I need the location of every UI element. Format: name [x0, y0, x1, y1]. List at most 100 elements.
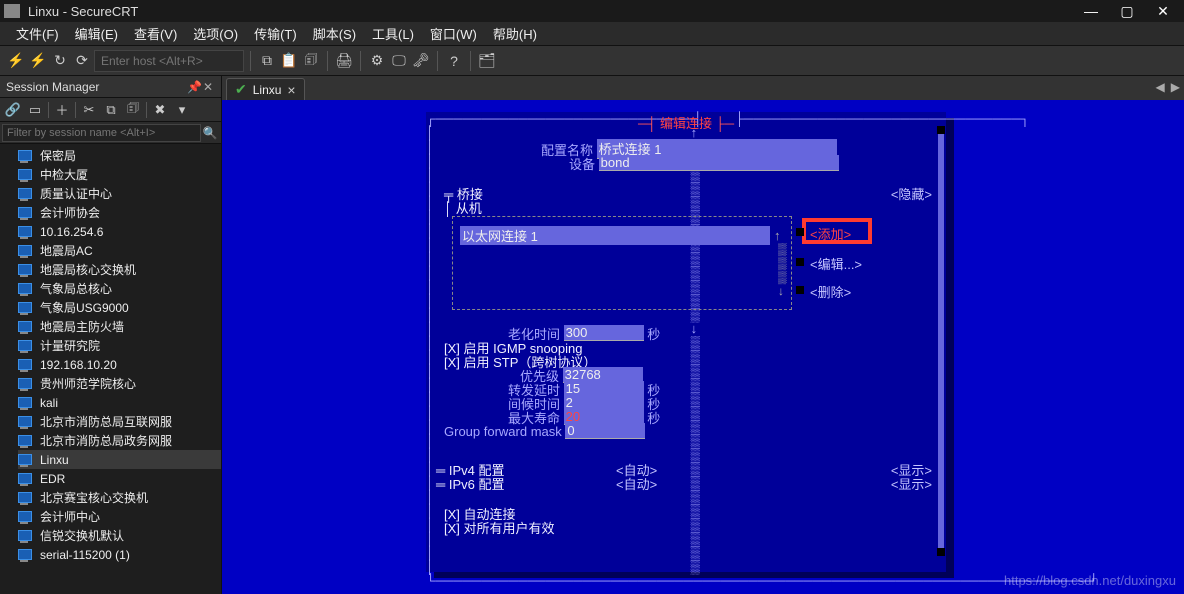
session-item[interactable]: 贵州师范学院核心	[18, 374, 221, 393]
menu-file[interactable]: 文件(F)	[8, 24, 67, 43]
sftp-icon[interactable]: 🗂	[477, 51, 497, 71]
session-item[interactable]: kali	[18, 393, 221, 412]
session-filter-input[interactable]	[2, 124, 201, 142]
delete-button[interactable]: <删除>	[810, 282, 851, 301]
display-icon[interactable]: 🖵	[389, 51, 409, 71]
session-item[interactable]: 保密局	[18, 146, 221, 165]
copy2-icon[interactable]: ⧉	[102, 101, 120, 119]
link-icon[interactable]: 🔗	[4, 101, 22, 119]
session-item[interactable]: 192.168.10.20	[18, 355, 221, 374]
maximize-button[interactable]: ▢	[1110, 1, 1144, 21]
tab-linxu[interactable]: ✔ Linxu ×	[226, 78, 305, 100]
cut-icon[interactable]: ✂	[80, 101, 98, 119]
menu-edit[interactable]: 编辑(E)	[67, 24, 126, 43]
session-item[interactable]: 北京市消防总局互联网服	[18, 412, 221, 431]
more-icon[interactable]: ▾	[173, 101, 191, 119]
sm-sep3	[146, 102, 147, 118]
copy-icon[interactable]: ⧉	[257, 51, 277, 71]
session-item[interactable]: 计量研究院	[18, 336, 221, 355]
session-label: 地震局主防火墙	[40, 318, 124, 335]
add-button[interactable]: <添加>	[810, 224, 851, 243]
menu-window[interactable]: 窗口(W)	[422, 24, 485, 43]
delete-icon[interactable]: ✖	[151, 101, 169, 119]
session-item[interactable]: 中检大厦	[18, 165, 221, 184]
session-item[interactable]: 北京市消防总局政务网服	[18, 431, 221, 450]
paste-icon[interactable]: 📋	[279, 51, 299, 71]
key-icon[interactable]: 🗝	[411, 51, 431, 71]
menu-tools[interactable]: 工具(L)	[364, 24, 422, 43]
tui-dialog: ┌────────────────────────────┤ ├────────…	[426, 112, 946, 572]
reconnect-icon[interactable]: ↻	[50, 51, 70, 71]
session-item[interactable]: 北京赛宝核心交换机	[18, 488, 221, 507]
folder-icon[interactable]: ▭	[26, 101, 44, 119]
connect-icon[interactable]: ⚡	[6, 51, 26, 71]
session-item[interactable]: EDR	[18, 469, 221, 488]
clipboard-icon[interactable]: 🗊	[301, 51, 321, 71]
session-item[interactable]: 气象局USG9000	[18, 298, 221, 317]
session-manager-title: Session Manager	[6, 80, 187, 94]
terminal[interactable]: ┌────────────────────────────┤ ├────────…	[222, 100, 1184, 594]
paste2-icon[interactable]: 🗊	[124, 101, 142, 119]
session-item[interactable]: 质量认证中心	[18, 184, 221, 203]
close-button[interactable]: ✕	[1146, 1, 1180, 21]
sm-sep1	[48, 102, 49, 118]
monitor-icon	[18, 245, 34, 257]
menu-view[interactable]: 查看(V)	[126, 24, 185, 43]
tab-nav: ◀ ▶	[1156, 80, 1180, 94]
menu-transfer[interactable]: 传输(T)	[246, 24, 305, 43]
menu-help[interactable]: 帮助(H)	[485, 24, 545, 43]
menu-script[interactable]: 脚本(S)	[305, 24, 364, 43]
pin-icon[interactable]: 📌	[187, 80, 201, 94]
print-icon[interactable]: 🖨	[334, 51, 354, 71]
minimize-button[interactable]: —	[1074, 1, 1108, 21]
session-label: 中检大厦	[40, 166, 88, 183]
menu-options[interactable]: 选项(O)	[185, 24, 246, 43]
refresh-icon[interactable]: ⟳	[72, 51, 92, 71]
session-item[interactable]: 会计师协会	[18, 203, 221, 222]
help-icon[interactable]: ?	[444, 51, 464, 71]
settings-icon[interactable]: ⚙	[367, 51, 387, 71]
session-item[interactable]: serial-115200 (1)	[18, 545, 221, 564]
slave-scrollbar[interactable]: ▒▒▒↓	[778, 242, 787, 298]
session-label: 地震局核心交换机	[40, 261, 136, 278]
monitor-icon	[18, 207, 34, 219]
session-label: serial-115200 (1)	[40, 548, 130, 562]
monitor-icon	[18, 549, 34, 561]
allusers-checkbox[interactable]: [X] 对所有用户有效	[444, 518, 555, 537]
slaves-label: │ 从机	[444, 198, 482, 217]
add-icon[interactable]: ＋	[53, 101, 71, 119]
quick-connect-icon[interactable]: ⚡	[28, 51, 48, 71]
ipv6-auto[interactable]: <自动>	[616, 474, 657, 493]
panel-close-icon[interactable]: ✕	[201, 80, 215, 94]
tab-nav-right-icon[interactable]: ▶	[1171, 80, 1180, 94]
session-item[interactable]: 信锐交换机默认	[18, 526, 221, 545]
gfm-field[interactable]: 0	[565, 423, 645, 439]
session-label: 保密局	[40, 147, 76, 164]
tab-close-icon[interactable]: ×	[287, 82, 295, 98]
monitor-icon	[18, 416, 34, 428]
session-item[interactable]: 地震局AC	[18, 241, 221, 260]
toolbar-sep5	[470, 51, 471, 71]
monitor-icon	[18, 283, 34, 295]
tui-scrollbar[interactable]	[938, 126, 944, 556]
host-input[interactable]	[94, 50, 244, 72]
device-label: 设备	[569, 154, 595, 173]
slave-item[interactable]: 以太网连接 1	[460, 226, 770, 245]
device-field[interactable]: bond	[599, 155, 839, 171]
session-item[interactable]: 地震局主防火墙	[18, 317, 221, 336]
session-list[interactable]: 保密局中检大厦质量认证中心会计师协会10.16.254.6地震局AC 地震局核心交…	[0, 144, 221, 594]
session-item[interactable]: Linxu	[18, 450, 221, 469]
tab-nav-left-icon[interactable]: ◀	[1156, 80, 1165, 94]
session-item[interactable]: 10.16.254.6	[18, 222, 221, 241]
search-icon[interactable]: 🔍	[201, 126, 219, 140]
session-item[interactable]: 会计师中心	[18, 507, 221, 526]
session-label: 地震局AC	[40, 242, 93, 259]
session-item[interactable]: 气象局总核心	[18, 279, 221, 298]
session-item[interactable]: 地震局核心交换机	[18, 260, 221, 279]
ipv6-show[interactable]: <显示>	[891, 474, 932, 493]
hide-button[interactable]: <隐藏>	[891, 184, 932, 203]
session-label: 北京市消防总局政务网服	[40, 432, 172, 449]
aging-unit: 秒	[647, 324, 660, 343]
monitor-icon	[18, 378, 34, 390]
edit-button[interactable]: <编辑...>	[810, 254, 862, 273]
